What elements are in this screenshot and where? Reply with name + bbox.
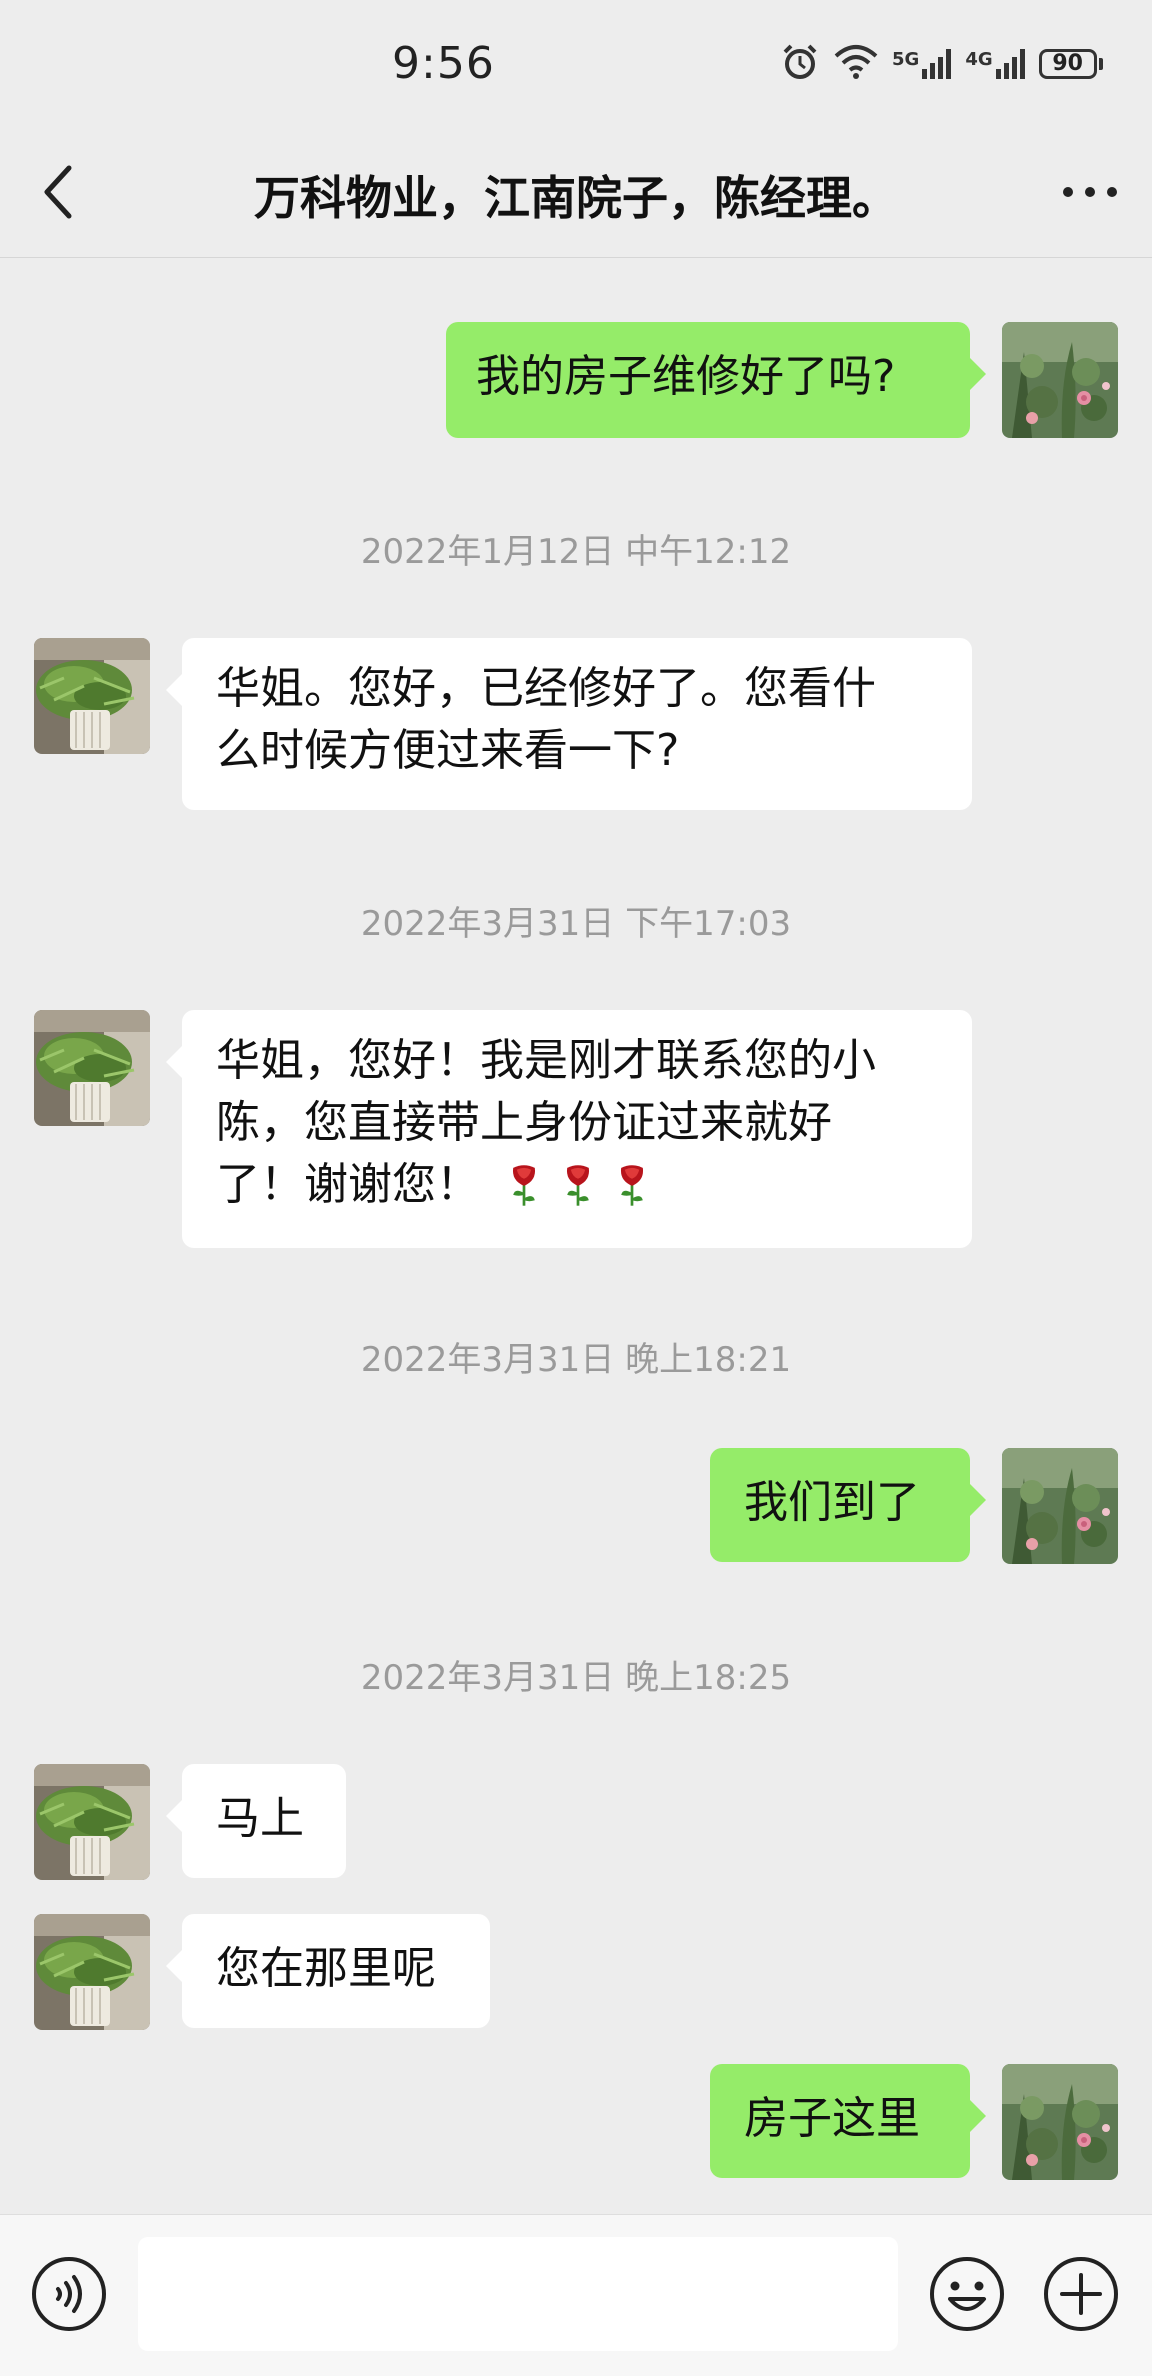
alarm-icon <box>780 42 820 86</box>
message-text: 我们到了 <box>744 1477 920 1528</box>
timestamp: 2022年3月31日 下午17:03 <box>360 904 792 944</box>
message-bubble-received[interactable]: 马上 <box>166 1764 346 1878</box>
message-text: 房子这里 <box>744 2093 920 2144</box>
timestamp: 2022年1月12日 中午12:12 <box>360 532 792 572</box>
my-avatar[interactable] <box>1002 1448 1118 1564</box>
message-bubble-sent[interactable]: 房子这里 <box>710 2064 986 2178</box>
chat-header: 万科物业，江南院子，陈经理。 <box>0 130 1152 258</box>
clock: 9:56 <box>392 38 495 89</box>
signal-5g-icon: 5G <box>892 49 952 79</box>
message-bubble-sent[interactable]: 我的房子维修好了吗? <box>446 322 986 438</box>
message-text: 华姐。您好，已经修好了。您看什 <box>216 663 876 714</box>
contact-avatar[interactable] <box>34 638 150 754</box>
message-input[interactable] <box>138 2237 898 2351</box>
contact-avatar[interactable] <box>34 1764 150 1880</box>
more-icon <box>1063 187 1117 197</box>
contact-avatar[interactable] <box>34 1914 150 2030</box>
message-text: 华姐，您好！我是刚才联系您的小 <box>216 1035 876 1086</box>
my-avatar[interactable] <box>1002 2064 1118 2180</box>
contact-avatar[interactable] <box>34 1010 150 1126</box>
emoji-icon <box>930 2257 1004 2331</box>
message-text: 陈，您直接带上身份证过来就好 <box>216 1097 832 1148</box>
battery-icon: 90 <box>1038 49 1103 79</box>
message-bubble-received[interactable]: 华姐。您好，已经修好了。您看什 么时候方便过来看一下? <box>166 638 972 810</box>
my-avatar[interactable] <box>1002 322 1118 438</box>
message-text: 我的房子维修好了吗? <box>476 351 896 402</box>
plus-icon <box>1044 2257 1118 2331</box>
status-icons: 5G 4G 90 <box>780 42 1103 86</box>
wifi-icon <box>834 44 878 84</box>
rose-icon <box>614 1160 650 1210</box>
timestamp: 2022年3月31日 晚上18:25 <box>360 1658 792 1698</box>
message-text: 马上 <box>216 1793 304 1844</box>
message-bubble-received[interactable]: 华姐，您好！我是刚才联系您的小 陈，您直接带上身份证过来就好 了！谢谢您！ <box>166 1010 972 1248</box>
voice-icon <box>32 2257 106 2331</box>
more-button[interactable] <box>1050 160 1130 224</box>
rose-icon <box>506 1160 542 1210</box>
message-bubble-sent[interactable]: 我们到了 <box>710 1448 986 1562</box>
message-bubble-received[interactable]: 您在那里呢 <box>166 1914 490 2028</box>
input-bar <box>0 2214 1152 2376</box>
rose-icon <box>560 1160 596 1210</box>
plus-button[interactable] <box>1042 2255 1120 2333</box>
timestamp: 2022年3月31日 晚上18:21 <box>360 1340 792 1380</box>
message-text: 您在那里呢 <box>216 1943 436 1994</box>
chat-title: 万科物业，江南院子，陈经理。 <box>254 171 898 225</box>
status-bar: 9:56 5G 4G 90 <box>0 0 1152 130</box>
signal-4g-icon: 4G <box>965 49 1025 79</box>
message-text: 么时候方便过来看一下? <box>216 725 680 776</box>
message-text: 了！谢谢您！ <box>216 1159 480 1210</box>
emoji-button[interactable] <box>928 2255 1006 2333</box>
voice-button[interactable] <box>30 2255 108 2333</box>
battery-level: 90 <box>1038 49 1097 79</box>
